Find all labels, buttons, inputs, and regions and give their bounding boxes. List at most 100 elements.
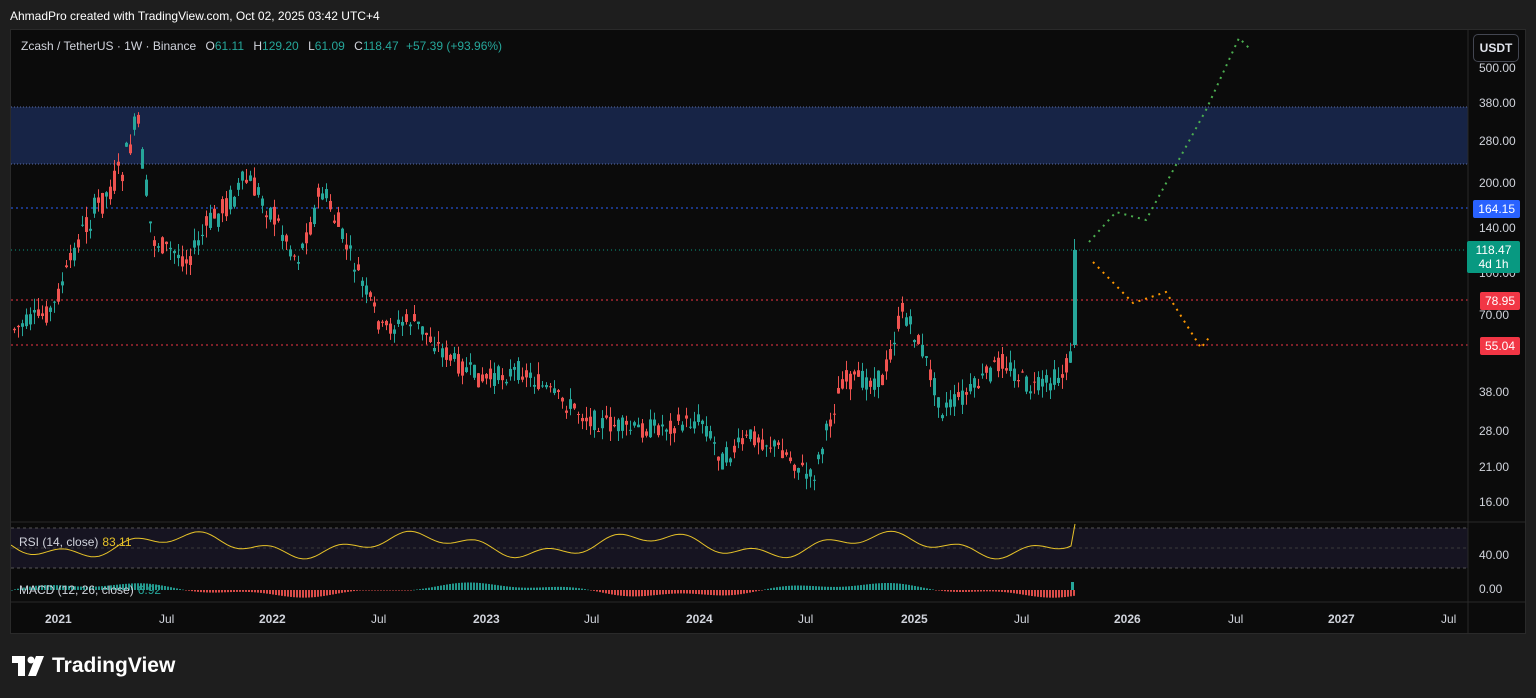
candle-body — [197, 240, 200, 246]
currency-button[interactable]: USDT — [1473, 34, 1519, 62]
macd-histogram-bar — [785, 586, 787, 590]
macd-histogram-bar — [215, 590, 217, 593]
macd-histogram-bar — [425, 588, 427, 590]
macd-legend[interactable]: MACD (12, 26, close) 6.92 — [19, 583, 161, 597]
macd-histogram-bar — [875, 583, 877, 590]
macd-histogram-bar — [872, 583, 874, 590]
macd-histogram-bar — [704, 590, 706, 595]
candle-body — [733, 445, 736, 453]
candle-body — [625, 420, 628, 425]
candle-body — [553, 388, 556, 394]
bar-countdown: 4d 1h — [1478, 257, 1509, 271]
candle-body — [977, 385, 980, 389]
candle-body — [325, 189, 328, 199]
candle-body — [581, 418, 584, 422]
macd-histogram-bar — [1010, 590, 1012, 593]
candle-body — [753, 431, 756, 446]
candle-body — [393, 329, 396, 334]
candle-body — [913, 340, 916, 343]
macd-histogram-bar — [1037, 590, 1039, 597]
macd-histogram-bar — [938, 590, 940, 591]
candle-body — [701, 420, 704, 425]
candle-body — [213, 208, 216, 219]
macd-histogram-bar — [620, 590, 622, 596]
macd-histogram-bar — [482, 583, 484, 590]
candle-body — [413, 314, 416, 322]
candle-body — [993, 360, 996, 362]
price-chart-canvas[interactable] — [11, 30, 1526, 634]
support-price-tag[interactable]: 55.04 — [1479, 337, 1520, 355]
macd-histogram-bar — [1055, 590, 1057, 598]
tradingview-logo[interactable]: TradingView — [12, 654, 175, 678]
candle-body — [673, 428, 676, 434]
macd-histogram-bar — [221, 590, 223, 593]
macd-histogram-bar — [191, 590, 193, 592]
price-axis-label: 70.00 — [1479, 308, 1510, 322]
candle-body — [501, 375, 504, 381]
chart-pane[interactable]: Zcash / TetherUS · 1W · Binance O61.11 H… — [10, 29, 1526, 634]
candle-body — [433, 347, 436, 352]
candle-body — [713, 442, 716, 444]
candle-body — [661, 424, 664, 427]
macd-histogram-bar — [590, 590, 592, 591]
candle-body — [917, 335, 920, 344]
candle-body — [513, 366, 516, 370]
candle-body — [705, 426, 708, 437]
macd-histogram-bar — [848, 586, 850, 590]
candle-body — [261, 198, 264, 206]
price-axis-label: 140.00 — [1479, 221, 1516, 235]
macd-histogram-bar — [443, 584, 445, 590]
current-price-tag[interactable]: 118.47 4d 1h — [1467, 241, 1520, 273]
macd-histogram-bar — [326, 590, 328, 596]
macd-histogram-bar — [467, 582, 469, 590]
tradingview-logo-icon — [12, 656, 44, 676]
candle-body — [541, 385, 544, 387]
macd-histogram-bar — [1016, 590, 1018, 594]
candle-body — [525, 370, 528, 378]
candle-body — [585, 417, 588, 422]
macd-histogram-bar — [989, 590, 991, 592]
candle-body — [285, 235, 288, 242]
macd-histogram-bar — [998, 590, 1000, 592]
macd-histogram-bar — [971, 590, 973, 592]
macd-histogram-bar — [977, 590, 979, 592]
macd-histogram-bar — [449, 583, 451, 590]
candle-body — [185, 259, 188, 264]
symbol-title[interactable]: Zcash / TetherUS · 1W · Binance — [21, 39, 196, 53]
macd-histogram-bar — [506, 586, 508, 590]
rsi-legend[interactable]: RSI (14, close) 83.11 — [19, 535, 132, 549]
macd-histogram-bar — [959, 590, 961, 592]
macd-histogram-bar — [668, 590, 670, 594]
macd-histogram-bar — [725, 590, 727, 596]
macd-histogram-bar — [731, 590, 733, 596]
macd-histogram-bar — [269, 590, 271, 595]
candle-body — [617, 419, 620, 432]
macd-histogram-bar — [968, 590, 970, 592]
candle-body — [309, 222, 312, 235]
macd-histogram-bar — [680, 590, 682, 594]
candle-body — [561, 397, 564, 402]
candle-body — [141, 149, 144, 169]
candle-body — [897, 315, 900, 329]
macd-histogram-bar — [332, 590, 334, 595]
candle-body — [377, 321, 380, 330]
macd-histogram-bar — [743, 590, 745, 594]
time-axis-label: 2026 — [1114, 612, 1141, 626]
macd-histogram-bar — [596, 590, 598, 592]
candle-body — [825, 423, 828, 431]
candle-body — [69, 252, 72, 261]
candle-body — [569, 399, 572, 409]
mid-level-price-tag[interactable]: 78.95 — [1479, 292, 1520, 310]
rsi-label: RSI (14, close) — [19, 535, 99, 549]
macd-histogram-bar — [632, 590, 634, 597]
macd-histogram-bar — [788, 585, 790, 590]
macd-histogram-bar — [209, 590, 211, 593]
macd-histogram-bar — [338, 590, 340, 594]
candle-body — [65, 265, 68, 268]
candle-body — [605, 415, 608, 418]
macd-histogram-bar — [239, 590, 241, 592]
macd-histogram-bar — [182, 589, 184, 591]
macd-histogram-bar — [299, 590, 301, 598]
resistance-price-tag[interactable]: 164.15 — [1473, 200, 1520, 218]
macd-histogram-bar — [275, 590, 277, 595]
